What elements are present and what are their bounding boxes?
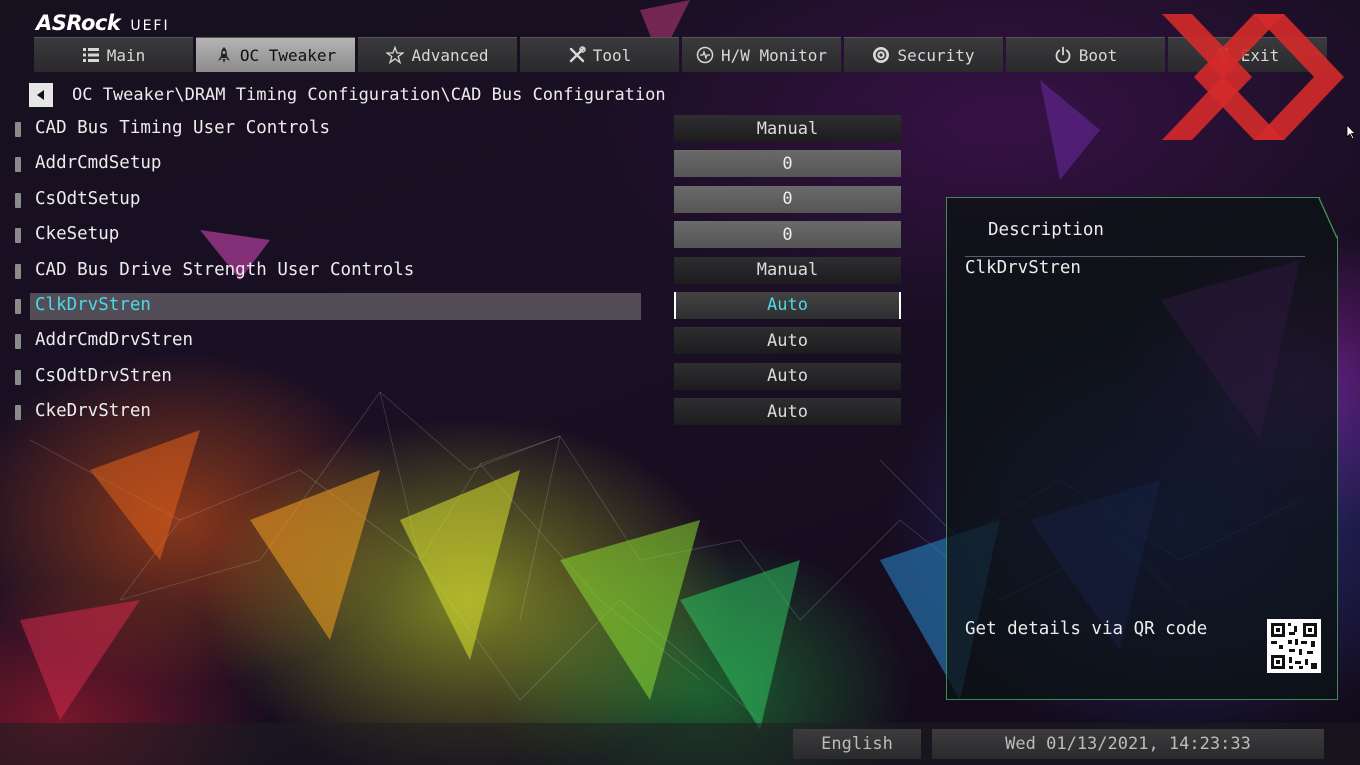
setting-row-csodtdrvstren[interactable]: CsOdtDrvStren Auto: [0, 360, 910, 395]
row-bullet: [15, 298, 21, 314]
setting-row-addrcmddrvstren[interactable]: AddrCmdDrvStren Auto: [0, 324, 910, 359]
setting-value-dropdown[interactable]: Auto: [674, 327, 901, 355]
row-bullet: [15, 405, 21, 421]
setting-value-dropdown[interactable]: Manual: [674, 256, 901, 284]
star-icon: [386, 46, 405, 64]
tab-boot[interactable]: Boot: [1006, 37, 1165, 72]
tab-label: Advanced: [411, 45, 489, 65]
monitor-icon: [696, 46, 714, 64]
setting-value-dropdown[interactable]: Auto: [674, 362, 901, 390]
row-bullet: [15, 334, 21, 350]
setting-label: AddrCmdSetup: [35, 153, 162, 174]
row-bullet: [15, 157, 21, 173]
tab-hw-monitor[interactable]: H/W Monitor: [682, 37, 841, 72]
description-panel: Description ClkDrvStren Get details via …: [946, 197, 1338, 700]
tab-label: Main: [106, 45, 146, 65]
watermark-logo: [1162, 14, 1344, 140]
setting-row-cad-bus-drive-strength-user-controls[interactable]: CAD Bus Drive Strength User Controls Man…: [0, 254, 910, 289]
settings-list: CAD Bus Timing User Controls Manual Addr…: [0, 112, 910, 431]
back-button[interactable]: [29, 83, 53, 107]
tab-main[interactable]: Main: [34, 37, 193, 72]
setting-value-input[interactable]: 0: [674, 221, 901, 249]
qr-label: Get details via QR code: [965, 619, 1208, 639]
qr-code[interactable]: [1267, 619, 1321, 673]
power-icon: [1055, 46, 1071, 64]
description-text: ClkDrvStren: [965, 258, 1081, 278]
setting-value-input[interactable]: 0: [674, 185, 901, 213]
main-tabs: Main OC Tweaker Advanced Tool H/W Monito…: [34, 37, 1330, 72]
breadcrumb-row: OC Tweaker\DRAM Timing Configuration\CAD…: [29, 82, 666, 108]
brand-suffix: UEFI: [130, 18, 170, 34]
row-bullet: [15, 263, 21, 279]
tab-tool[interactable]: Tool: [520, 37, 679, 72]
tab-advanced[interactable]: Advanced: [358, 37, 517, 72]
description-title: Description: [988, 220, 1104, 240]
tab-label: Security: [897, 45, 975, 65]
setting-row-addrcmdsetup[interactable]: AddrCmdSetup 0: [0, 147, 910, 182]
setting-value-dropdown[interactable]: Auto: [674, 398, 901, 426]
row-bullet: [15, 369, 21, 385]
tools-icon: [569, 46, 586, 63]
setting-value-dropdown[interactable]: Auto: [674, 291, 901, 319]
tab-label: OC Tweaker: [239, 45, 337, 65]
tab-oc-tweaker[interactable]: OC Tweaker: [196, 37, 355, 72]
description-divider: [965, 256, 1305, 257]
setting-label: CAD Bus Timing User Controls: [35, 118, 331, 138]
row-bullet: [15, 192, 21, 208]
setting-label: CsOdtDrvStren: [35, 365, 172, 386]
setting-label: CkeDrvStren: [35, 401, 151, 422]
language-button[interactable]: English: [793, 729, 921, 759]
row-bullet: [15, 228, 21, 244]
date-time-display: Wed 01/13/2021, 14:23:33: [932, 729, 1324, 759]
setting-label: CsOdtSetup: [35, 188, 141, 209]
setting-value-dropdown[interactable]: Manual: [674, 115, 901, 142]
setting-row-clkdrvstren[interactable]: ClkDrvStren Auto: [0, 289, 910, 324]
tab-security[interactable]: Security: [844, 37, 1003, 72]
list-icon: [82, 48, 99, 62]
mouse-cursor-icon: [1346, 124, 1356, 140]
setting-label: AddrCmdDrvStren: [35, 330, 194, 351]
tab-label: Tool: [592, 45, 632, 65]
brand-name: ASRock: [36, 11, 121, 35]
setting-label: CkeSetup: [35, 224, 120, 245]
setting-label: CAD Bus Drive Strength User Controls: [35, 259, 415, 280]
arrow-left-icon: [37, 90, 44, 100]
setting-label: ClkDrvStren: [35, 294, 151, 315]
breadcrumb: OC Tweaker\DRAM Timing Configuration\CAD…: [72, 85, 666, 105]
setting-row-ckedrvstren[interactable]: CkeDrvStren Auto: [0, 395, 910, 430]
tab-label: Boot: [1078, 45, 1118, 65]
rocket-icon: [217, 47, 230, 63]
tab-label: H/W Monitor: [721, 45, 827, 65]
shield-icon: [873, 47, 890, 63]
setting-row-ckesetup[interactable]: CkeSetup 0: [0, 218, 910, 253]
setting-row-csodtsetup[interactable]: CsOdtSetup 0: [0, 183, 910, 218]
asrock-logo: ASRock UEFI: [36, 11, 170, 35]
row-bullet: [15, 122, 21, 137]
setting-row-cad-bus-timing-user-controls[interactable]: CAD Bus Timing User Controls Manual: [0, 112, 910, 147]
setting-value-input[interactable]: 0: [674, 150, 901, 178]
